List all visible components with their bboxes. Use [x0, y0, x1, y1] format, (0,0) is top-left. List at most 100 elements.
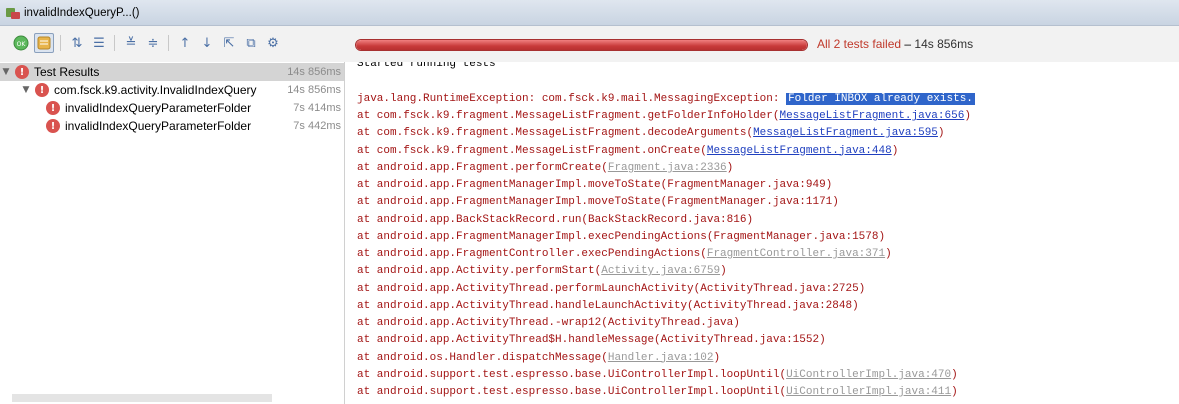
source-link[interactable]: MessageListFragment.java:656 [779, 110, 964, 122]
stack-frame-text: at android.app.FragmentController.execPe… [357, 248, 707, 260]
stack-frame-line: at android.app.FragmentManagerImpl.moveT… [357, 194, 839, 210]
stack-frame-close: ) [964, 110, 971, 122]
stack-frame-close: ) [885, 248, 892, 260]
toggle-ignored-button[interactable] [34, 33, 54, 53]
toolbar-separator [114, 35, 115, 51]
stack-frame-text: at android.app.FragmentManagerImpl.execP… [357, 230, 886, 243]
toggle-passed-button[interactable]: OK [12, 34, 30, 52]
stack-frame-text: at android.app.Fragment.performCreate( [357, 161, 608, 174]
tab-title: invalidIndexQueryP...() [24, 6, 140, 19]
source-link[interactable]: MessageListFragment.java:595 [753, 127, 938, 139]
export-results-button[interactable]: ⇱ [220, 34, 238, 52]
tree-root-test-results[interactable]: ▼ ! Test Results 14s 856ms [0, 63, 344, 81]
stack-frame-text: at android.app.FragmentManagerImpl.moveT… [357, 196, 839, 209]
import-results-button[interactable]: ⧉ [242, 34, 260, 52]
stack-frame-line: at com.fsck.k9.fragment.MessageListFragm… [357, 108, 971, 124]
collapse-all-button[interactable]: ≑ [144, 34, 162, 52]
tab-bar: invalidIndexQueryP...() [0, 0, 1179, 26]
sort-duration-icon: ☰ [93, 35, 105, 51]
stack-frame-text: at android.app.ActivityThread$H.handleMe… [357, 334, 826, 347]
tree-suite-row[interactable]: ▼ ! com.fsck.k9.activity.InvalidIndexQue… [0, 81, 344, 99]
test-progress-bar [355, 39, 808, 51]
stack-frame-line: at android.support.test.espresso.base.Ui… [357, 384, 958, 400]
test-status: All 2 tests failed – 14s 856ms [817, 37, 973, 51]
tree-test-time: 7s 414ms [293, 102, 341, 114]
stack-frame-line: at android.app.ActivityThread.-wrap12(Ac… [357, 315, 740, 331]
sort-alphabetically-button[interactable]: ⇅ [68, 34, 86, 52]
tree-suite-label: com.fsck.k9.activity.InvalidIndexQuery [54, 83, 257, 97]
tree-test-label: invalidIndexQueryParameterFolder [65, 119, 252, 133]
stack-frame-close: ) [951, 368, 958, 381]
stack-frame-close: ) [726, 161, 734, 174]
source-link[interactable]: UiControllerImpl.java:411 [786, 386, 951, 398]
stack-frame-line: at android.app.ActivityThread$H.handleMe… [357, 332, 826, 348]
stack-frame-text: at android.app.ActivityThread.handleLaun… [357, 299, 859, 312]
status-separator: – [901, 37, 915, 51]
stack-frame-close: ) [720, 265, 727, 278]
expand-all-button[interactable]: ≚ [122, 34, 140, 52]
collapse-all-icon: ≑ [147, 35, 159, 51]
test-tree: ▼ ! Test Results 14s 856ms ▼ ! com.fsck.… [0, 62, 345, 404]
toolbar-separator [60, 35, 61, 51]
previous-failed-button[interactable]: ↑ [176, 34, 194, 52]
stack-frame-line: at android.support.test.espresso.base.Ui… [357, 367, 958, 383]
run-tab[interactable]: invalidIndexQueryP...() [0, 0, 330, 25]
stack-frame-line: at android.app.FragmentController.execPe… [357, 246, 892, 262]
stack-frame-text: at android.support.test.espresso.base.Ui… [357, 386, 787, 398]
test-results-icon [6, 6, 20, 20]
sort-alpha-icon: ⇅ [71, 35, 83, 51]
tree-root-time: 14s 856ms [287, 66, 341, 78]
stack-frame-text: at android.app.BackStackRecord.run(BackS… [357, 213, 754, 226]
source-link[interactable]: Activity.java:6759 [601, 265, 720, 277]
error-icon: ! [46, 101, 60, 115]
import-icon: ⧉ [246, 35, 256, 51]
run-icon: OK [13, 35, 29, 51]
stack-frame-text: at android.app.Activity.performStart( [357, 265, 602, 278]
settings-icon: ⚙ [267, 35, 279, 51]
tree-suite-time: 14s 856ms [287, 84, 341, 96]
exception-text: java.lang.RuntimeException: com.fsck.k9.… [357, 93, 787, 105]
stack-frame-line: at android.app.ActivityThread.performLau… [357, 281, 865, 297]
next-icon: ↓ [201, 35, 213, 51]
source-link[interactable]: Handler.java:102 [608, 352, 714, 364]
stack-frame-text: at android.support.test.espresso.base.Ui… [357, 368, 787, 381]
expand-all-icon: ≚ [125, 35, 137, 51]
expand-arrow-icon[interactable]: ▼ [20, 85, 32, 95]
stack-frame-text: at android.app.ActivityThread.performLau… [357, 282, 866, 295]
next-failed-button[interactable]: ↓ [198, 34, 216, 52]
source-link[interactable]: MessageListFragment.java:448 [707, 145, 892, 157]
horizontal-scrollbar[interactable] [12, 394, 272, 402]
stack-frame-close: ) [951, 386, 958, 398]
stack-frame-text: at com.fsck.k9.fragment.MessageListFragm… [357, 110, 780, 122]
settings-button[interactable]: ⚙ [264, 34, 282, 52]
stack-frame-line: at com.fsck.k9.fragment.MessageListFragm… [357, 143, 898, 159]
sort-by-duration-button[interactable]: ☰ [90, 34, 108, 52]
stack-frame-line: at android.app.Fragment.performCreate(Fr… [357, 160, 733, 176]
console-exception-line: java.lang.RuntimeException: com.fsck.k9.… [357, 91, 975, 107]
expand-arrow-icon[interactable]: ▼ [0, 67, 12, 77]
source-link[interactable]: UiControllerImpl.java:470 [786, 369, 951, 381]
stack-frame-line: at android.app.Activity.performStart(Act… [357, 263, 727, 279]
stack-frame-line: at com.fsck.k9.fragment.MessageListFragm… [357, 125, 945, 141]
stack-frame-text: at android.app.ActivityThread.-wrap12(Ac… [357, 317, 740, 329]
stack-frame-text: at com.fsck.k9.fragment.MessageListFragm… [357, 144, 707, 157]
stack-frame-text: at android.os.Handler.dispatchMessage( [357, 351, 608, 364]
exception-highlight: Folder INBOX already exists. [786, 93, 975, 105]
source-link[interactable]: Fragment.java:2336 [608, 162, 727, 174]
source-link[interactable]: FragmentController.java:371 [707, 248, 885, 260]
stack-frame-text: at android.app.FragmentManagerImpl.moveT… [357, 179, 833, 191]
tree-test-label: invalidIndexQueryParameterFolder [65, 101, 252, 115]
stack-frame-line: at android.app.ActivityThread.handleLaun… [357, 298, 859, 314]
console-output[interactable]: Started running tests java.lang.RuntimeE… [350, 62, 1179, 404]
error-icon: ! [15, 65, 29, 79]
tree-test-row[interactable]: ! invalidIndexQueryParameterFolder 7s 41… [0, 99, 344, 117]
stack-frame-close: ) [713, 351, 721, 364]
toolbar-separator [168, 35, 169, 51]
previous-icon: ↑ [179, 35, 191, 51]
svg-text:OK: OK [17, 41, 27, 48]
status-fail-text: All 2 tests failed [817, 37, 902, 51]
stop-icon [37, 36, 51, 50]
error-icon: ! [35, 83, 49, 97]
console-header: Started running tests [357, 62, 496, 70]
tree-test-row[interactable]: ! invalidIndexQueryParameterFolder 7s 44… [0, 117, 344, 135]
